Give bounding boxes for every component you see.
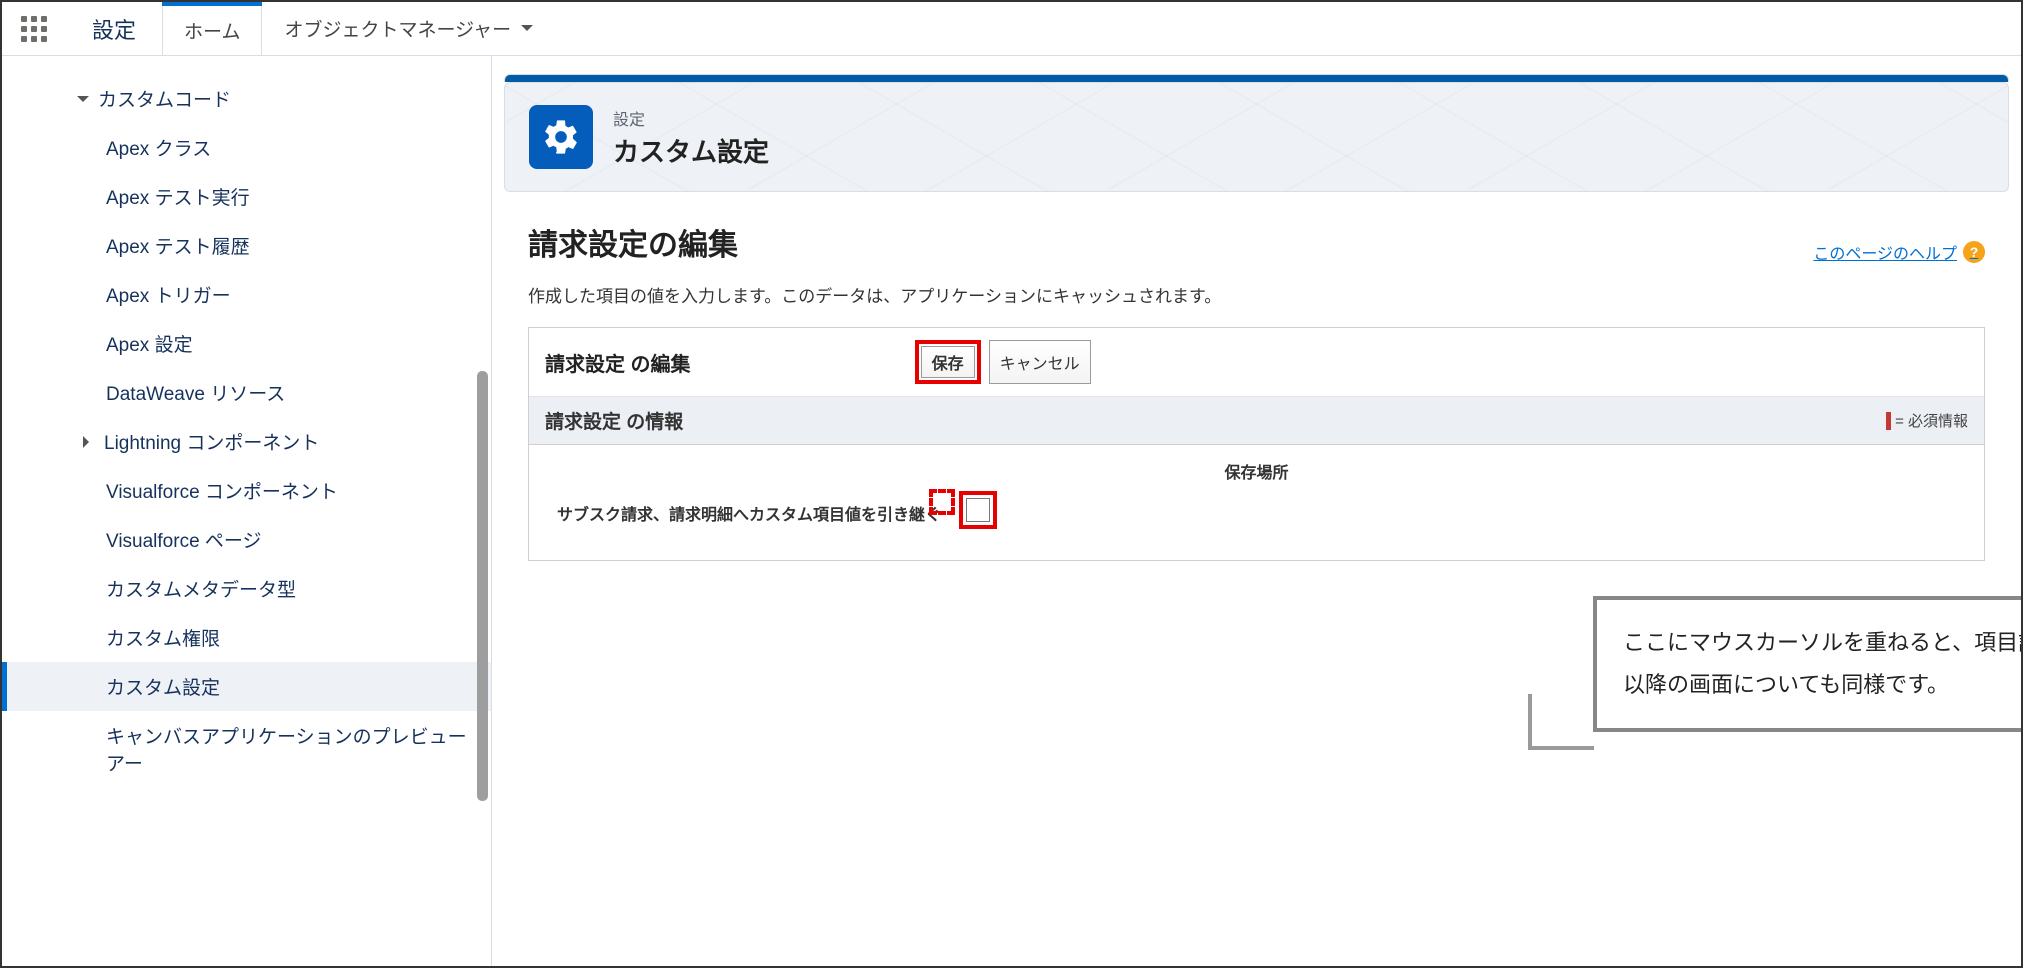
help-icon: ? [1963,241,1985,263]
sidebar-item-label: DataWeave リソース [106,379,285,406]
required-legend: = 必須情報 [1886,410,1968,431]
field-label: サブスク請求、請求明細へカスタム項目値を引き継ぐ [557,501,941,525]
form-edit-title: 請求設定 の編集 [545,348,691,377]
page-header-title: カスタム設定 [613,132,769,169]
sidebar-section-custom-code[interactable]: カスタムコード [2,74,491,123]
field-column-header: 保存場所 [537,459,1976,483]
sidebar-item-custom-metadata[interactable]: カスタムメタデータ型 [2,564,491,613]
header-top-stripe [504,74,2009,82]
sidebar-item-apex-class[interactable]: Apex クラス [2,123,491,172]
main-content: 設定 カスタム設定 請求設定の編集 このページのヘルプ ? 作成した項目の値を入… [492,56,2021,966]
annotation-dotted-icon [929,489,955,515]
sidebar-item-label: カスタムメタデータ型 [106,575,296,602]
help-link[interactable]: このページのヘルプ ? [1813,240,1985,264]
chevron-right-icon [80,436,98,448]
sidebar-item-label: Apex トリガー [106,281,231,308]
sidebar-section-label: カスタムコード [98,85,231,112]
help-link-label: このページのヘルプ [1813,240,1957,264]
sidebar-item-apex-settings[interactable]: Apex 設定 [2,319,491,368]
sidebar-item-label: Apex テスト履歴 [106,232,250,259]
app-launcher-button[interactable] [2,2,66,55]
topbar: 設定 ホーム オブジェクトマネージャー [2,2,2021,56]
chevron-down-icon [521,18,533,40]
sidebar-item-label: キャンバスアプリケーションのプレビューアー [106,722,483,776]
sidebar-item-label: カスタム権限 [106,624,220,651]
inherit-custom-fields-checkbox[interactable] [966,498,990,522]
callout-box: ここにマウスカーソルを重ねると、項目説明が表示されます。 以降の画面についても同… [1593,596,2023,732]
sidebar-item-lightning[interactable]: Lightning コンポーネント [2,417,491,466]
sidebar-item-label: Lightning コンポーネント [104,428,319,455]
callout-text-2: 以降の画面についても同様です。 [1623,664,2023,706]
sidebar-item-label: Visualforce ページ [106,526,262,553]
breadcrumb: 設定 [613,106,769,130]
sidebar-item-label: Apex テスト実行 [106,183,250,210]
sidebar-item-vf-component[interactable]: Visualforce コンポーネント [2,466,491,515]
form-box: 請求設定 の編集 保存 キャンセル 請求設定 の情報 = 必須情報 [528,327,1985,561]
checkbox-highlight [959,491,997,529]
sidebar-item-label: Apex クラス [106,134,211,161]
cancel-button[interactable]: キャンセル [989,340,1091,384]
sidebar-scrollbar[interactable] [477,371,488,801]
form-info-title: 請求設定 の情報 [545,407,683,434]
sidebar-item-apex-test-history[interactable]: Apex テスト履歴 [2,221,491,270]
sidebar-item-apex-test-exec[interactable]: Apex テスト実行 [2,172,491,221]
tab-home[interactable]: ホーム [162,2,262,55]
sidebar: カスタムコード Apex クラス Apex テスト実行 Apex テスト履歴 A… [2,56,492,966]
page-description: 作成した項目の値を入力します。このデータは、アプリケーションにキャッシュされます… [528,282,1985,307]
sidebar-item-label: カスタム設定 [106,673,220,700]
save-button-highlight: 保存 [915,340,981,384]
sidebar-item-dataweave[interactable]: DataWeave リソース [2,368,491,417]
sidebar-item-label: Visualforce コンポーネント [106,477,338,504]
waffle-icon [21,16,47,42]
save-button[interactable]: 保存 [921,346,975,378]
tab-home-label: ホーム [184,17,240,44]
callout-connector-vertical [1528,694,1532,749]
sidebar-item-custom-settings[interactable]: カスタム設定 [2,662,491,711]
sidebar-item-canvas-preview[interactable]: キャンバスアプリケーションのプレビューアー [2,711,491,787]
chevron-down-icon [74,93,92,105]
sidebar-item-vf-page[interactable]: Visualforce ページ [2,515,491,564]
required-legend-text: = 必須情報 [1895,410,1968,431]
sidebar-item-custom-permission[interactable]: カスタム権限 [2,613,491,662]
callout-text-1: ここにマウスカーソルを重ねると、項目説明が表示されます。 [1623,622,2023,664]
page-title: 請求設定の編集 [528,220,738,264]
required-bar-icon [1886,412,1891,430]
tab-object-manager-label: オブジェクトマネージャー [284,15,511,42]
sidebar-item-apex-trigger[interactable]: Apex トリガー [2,270,491,319]
sidebar-item-label: Apex 設定 [106,330,193,357]
gear-icon [529,105,593,169]
setup-label: 設定 [66,2,162,55]
tab-object-manager[interactable]: オブジェクトマネージャー [262,2,555,55]
page-header-card: 設定 カスタム設定 [504,82,2009,192]
callout-connector-horizontal [1528,746,1594,750]
